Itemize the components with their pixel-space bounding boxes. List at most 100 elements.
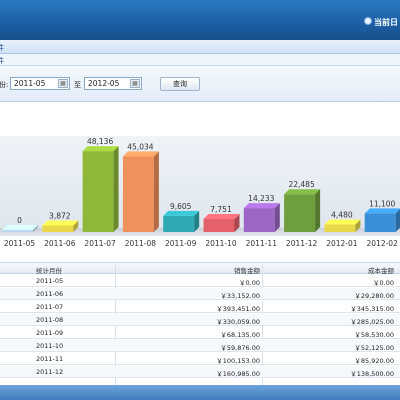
bar-chart: 0 2011-05 3,872 2011-06 48,136 2011-07 45,034 2… — [0, 136, 400, 248]
panel-subtitle: 件 — [0, 57, 4, 65]
column-header-cost[interactable]: 成本金额 — [368, 265, 394, 275]
chart-bar-side — [315, 189, 321, 232]
cell-sales-amount: ￥0.00 — [239, 279, 260, 287]
clock-icon — [364, 17, 372, 25]
chart-bar-top — [324, 219, 361, 225]
sales-chart: 0 2011-05 3,872 2011-06 48,136 2011-07 45,034 2… — [0, 136, 400, 254]
table-row[interactable]: 2011-09 ￥68,135.00 ￥58,530.00 — [0, 327, 400, 339]
table-row[interactable]: 2011-05 ￥0.00 ￥0.00 — [0, 275, 400, 287]
chart-bar-side — [153, 151, 159, 232]
chart-data-label: 4,480 — [331, 210, 353, 219]
chart-data-label: 48,136 — [87, 137, 113, 146]
current-date-label: 当前日 — [374, 18, 398, 27]
to-month-field[interactable]: 2012-05 ▦ — [84, 77, 142, 90]
from-month-field[interactable]: 2011-05 ▦ — [10, 77, 70, 90]
chart-tick-label: 2011-05 — [4, 239, 36, 248]
chart-data-label: 22,485 — [288, 180, 314, 189]
chart-bar — [364, 213, 396, 232]
chart-tick-label: 2011-07 — [84, 239, 116, 248]
cell-month: 2011-09 — [36, 329, 64, 337]
from-month-value: 2011-05 — [14, 79, 46, 88]
chart-tick-label: 2011-10 — [205, 239, 237, 248]
chart-tick-label: 2011-06 — [44, 239, 76, 248]
chart-tick-label: 2012-01 — [326, 239, 358, 248]
cell-month: 2011-11 — [36, 355, 64, 363]
query-button[interactable]: 查询 — [160, 77, 200, 91]
cell-cost-amount: ￥52,125.00 — [354, 344, 394, 352]
table-row[interactable]: 2011-07 ￥393,451.00 ￥345,315.00 — [0, 301, 400, 313]
chart-bar-top — [203, 213, 240, 219]
chart-data-label: 9,605 — [170, 202, 192, 211]
column-header-month[interactable]: 统计月份 — [36, 265, 62, 275]
chart-bar-top — [42, 220, 79, 226]
panel-title: 件 — [0, 44, 4, 52]
chart-bar — [163, 215, 195, 232]
panel-subheader: 件 — [0, 54, 400, 66]
to-label: 至 — [74, 81, 81, 89]
chart-bar — [82, 151, 114, 232]
cell-month: 2011-10 — [36, 342, 64, 350]
chart-bar — [284, 194, 316, 232]
table-row[interactable]: 2011-10 ￥59,876.00 ￥52,125.00 — [0, 340, 400, 352]
cell-cost-amount: ￥138,500.00 — [350, 370, 394, 378]
table-row[interactable]: 2011-12 ￥160,985.00 ￥138,500.00 — [0, 366, 400, 378]
cell-month: 2011-07 — [36, 303, 64, 311]
cell-cost-amount: ￥0.00 — [373, 279, 394, 287]
chart-tick-label: 2011-08 — [125, 239, 157, 248]
footer-bar — [0, 385, 400, 400]
chart-data-label: 0 — [17, 216, 22, 225]
table-header: 统计月份 销售金额 成本金额 — [0, 262, 400, 275]
chart-bar-top — [243, 203, 280, 209]
cell-cost-amount: ￥345,315.00 — [350, 305, 394, 313]
cell-sales-amount: ￥100,153.00 — [216, 357, 260, 365]
chart-bar-side — [274, 203, 280, 232]
cell-month: 2011-05 — [36, 277, 64, 285]
cell-cost-amount: ￥285,025.00 — [350, 318, 394, 326]
cell-month: 2011-06 — [36, 290, 64, 298]
chart-bar — [243, 208, 275, 232]
chart-bar-top — [163, 210, 200, 216]
cell-sales-amount: ￥33,152.00 — [220, 292, 260, 300]
cell-sales-amount: ￥330,059.00 — [216, 318, 260, 326]
from-month-label: 份: — [0, 81, 9, 89]
cell-cost-amount: ￥29,280.00 — [354, 292, 394, 300]
chart-data-label: 45,034 — [127, 142, 153, 151]
chart-bar-top — [2, 225, 38, 230]
calendar-icon[interactable]: ▦ — [130, 79, 140, 88]
chart-bar-top — [82, 146, 119, 152]
panel-header: 件 — [0, 40, 400, 54]
chart-tick-label: 2012-02 — [367, 239, 399, 248]
cell-sales-amount: ￥59,876.00 — [220, 344, 260, 352]
cell-cost-amount: ￥85,920.00 — [354, 357, 394, 365]
calendar-icon[interactable]: ▦ — [58, 79, 68, 88]
cell-sales-amount: ￥393,451.00 — [216, 305, 260, 313]
chart-bar — [42, 225, 74, 232]
table-row[interactable]: 2011-08 ￥330,059.00 ￥285,025.00 — [0, 314, 400, 326]
table-row[interactable]: 2011-11 ￥100,153.00 ￥85,920.00 — [0, 353, 400, 365]
chart-bar-top — [284, 189, 321, 195]
column-header-sales[interactable]: 销售金额 — [234, 265, 260, 275]
chart-tick-label: 2011-12 — [286, 239, 318, 248]
table-row[interactable]: 2011-06 ￥33,152.00 ￥29,280.00 — [0, 288, 400, 300]
data-table: 2011-05 ￥0.00 ￥0.00 2011-06 ￥33,152.00 ￥29,28… — [0, 275, 400, 385]
chart-data-label: 14,233 — [248, 194, 274, 203]
chart-bar-top — [364, 208, 400, 214]
cell-month: 2011-08 — [36, 316, 64, 324]
cell-sales-amount: ￥68,135.00 — [220, 331, 260, 339]
chart-bar — [324, 224, 356, 232]
top-banner: 当前日 — [0, 0, 400, 40]
chart-tick-label: 2011-11 — [246, 239, 278, 248]
chart-data-label: 7,751 — [210, 205, 232, 214]
chart-bar — [122, 156, 154, 232]
cell-month: 2011-12 — [36, 368, 64, 376]
to-month-value: 2012-05 — [88, 79, 120, 88]
chart-tick-label: 2011-09 — [165, 239, 197, 248]
chart-bar-side — [113, 146, 119, 232]
chart-bar — [2, 230, 33, 232]
chart-bar-top — [122, 151, 159, 157]
chart-bar — [203, 218, 235, 232]
spacer — [0, 103, 400, 136]
chart-data-label: 11,100 — [369, 199, 395, 208]
cell-sales-amount: ￥160,985.00 — [216, 370, 260, 378]
chart-data-label: 3,872 — [49, 211, 71, 220]
